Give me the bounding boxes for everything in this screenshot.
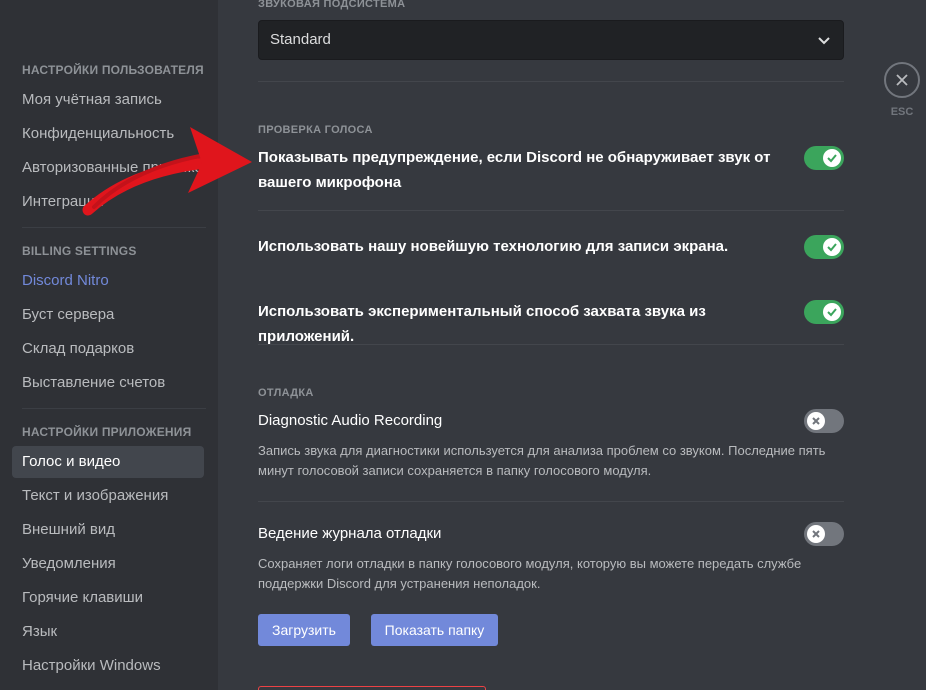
check-icon [827,308,837,317]
sidebar-item-appearance[interactable]: Внешний вид [12,514,204,546]
debug-logging-title: Ведение журнала отладки [258,525,442,542]
billing-settings-header: BILLING SETTINGS [22,244,137,258]
audio-subsystem-select[interactable]: Standard [258,20,844,60]
section-divider [258,81,844,82]
sidebar-item-billing[interactable]: Выставление счетов [12,367,204,399]
show-folder-button[interactable]: Показать папку [371,614,498,646]
toggle-knob [823,238,841,256]
sidebar-item-text-images[interactable]: Текст и изображения [12,480,204,512]
debug-label: ОТЛАДКА [258,387,314,399]
close-icon [896,74,908,86]
sidebar-item-privacy[interactable]: Конфиденциальность [12,118,204,150]
chevron-down-icon [818,37,830,45]
upload-button[interactable]: Загрузить [258,614,350,646]
audio-subsystem-label: ЗВУКОВАЯ ПОДСИСТЕМА [258,0,406,10]
reset-button[interactable] [258,686,486,690]
row-divider [258,210,844,211]
sidebar-item-gift-inventory[interactable]: Склад подарков [12,333,204,365]
settings-content: ЗВУКОВАЯ ПОДСИСТЕМА Standard ПРОВЕРКА ГО… [218,0,926,690]
settings-sidebar: НАСТРОЙКИ ПОЛЬЗОВАТЕЛЯ Моя учётная запис… [0,0,218,690]
toggle-knob [823,149,841,167]
audio-subsystem-value: Standard [270,31,331,48]
check-icon [827,243,837,252]
sidebar-item-windows-settings[interactable]: Настройки Windows [12,650,204,682]
sidebar-item-server-boost[interactable]: Буст сервера [12,299,204,331]
sidebar-item-notifications[interactable]: Уведомления [12,548,204,580]
toggle-knob [807,525,825,543]
sidebar-item-discord-nitro[interactable]: Discord Nitro [12,265,204,297]
voice-check-label: ПРОВЕРКА ГОЛОСА [258,124,373,136]
mic-warning-title: Показывать предупреждение, если Discord … [258,149,771,191]
close-icon [812,530,820,538]
toggle-knob [823,303,841,321]
sidebar-item-integrations[interactable]: Интеграции [12,186,204,218]
sidebar-item-keybinds[interactable]: Горячие клавиши [12,582,204,614]
app-settings-header: НАСТРОЙКИ ПРИЛОЖЕНИЯ [22,425,192,439]
screen-capture-title: Использовать нашу новейшую технологию дл… [258,238,729,255]
sidebar-item-authorized-apps[interactable]: Авторизованные приложения [12,152,204,184]
sidebar-item-voice-video[interactable]: Голос и видео [12,446,204,478]
sidebar-item-language[interactable]: Язык [12,616,204,648]
close-icon [812,417,820,425]
debug-logging-toggle[interactable] [804,522,844,546]
esc-label: ESC [890,106,914,118]
diagnostic-recording-toggle[interactable] [804,409,844,433]
check-icon [827,154,837,163]
screen-capture-toggle[interactable] [804,235,844,259]
row-divider [258,501,844,502]
app-audio-capture-toggle[interactable] [804,300,844,324]
mic-warning-toggle[interactable] [804,146,844,170]
section-divider [258,344,844,345]
close-button[interactable] [884,62,920,98]
sidebar-item-my-account[interactable]: Моя учётная запись [12,84,204,116]
user-settings-header: НАСТРОЙКИ ПОЛЬЗОВАТЕЛЯ [22,63,204,77]
diagnostic-recording-title: Diagnostic Audio Recording [258,412,443,429]
sidebar-divider [22,408,206,409]
diagnostic-recording-description: Запись звука для диагностики используетс… [258,443,826,478]
debug-logging-description: Сохраняет логи отладки в папку голосовог… [258,556,802,591]
sidebar-divider [22,227,206,228]
toggle-knob [807,412,825,430]
app-audio-capture-title: Использовать экспериментальный способ за… [258,303,706,345]
